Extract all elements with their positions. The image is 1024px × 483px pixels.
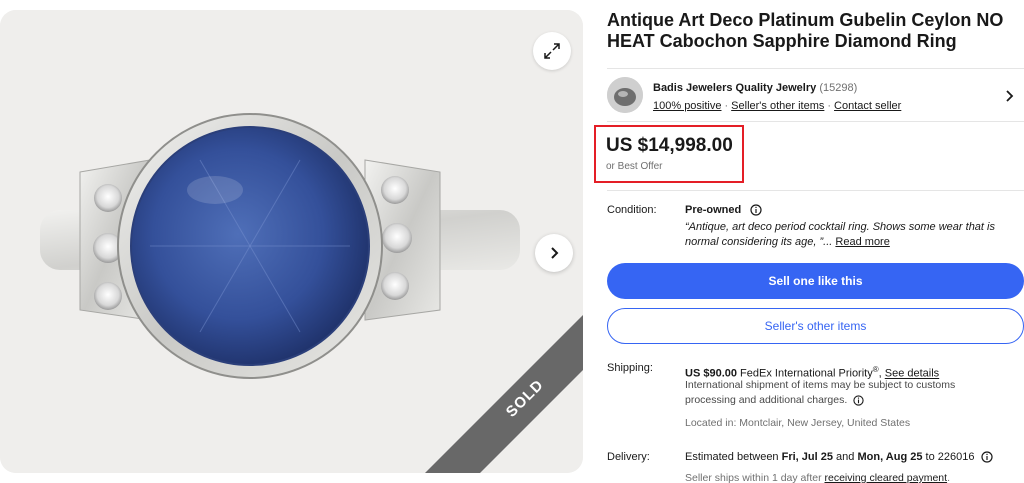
seller-avatar[interactable]: [607, 77, 643, 113]
next-image-button[interactable]: [535, 234, 573, 272]
read-more-link[interactable]: Read more: [835, 236, 889, 248]
delivery-prefix: Estimated between: [685, 451, 779, 463]
contact-seller-link[interactable]: Contact seller: [834, 100, 901, 112]
info-icon[interactable]: [853, 395, 864, 406]
item-price: US $14,998.00: [606, 135, 733, 156]
customs-note: International shipment of items may be s…: [685, 379, 956, 406]
delivery-and: and: [836, 451, 855, 463]
handling-time-note: Seller ships within 1 day after receivin…: [685, 472, 950, 483]
chevron-right-icon: [551, 247, 559, 259]
cleared-payment-link[interactable]: receiving cleared payment: [825, 472, 948, 483]
delivery-label: Delivery:: [607, 451, 650, 463]
trademark-symbol: ®: [872, 365, 879, 374]
condition-value: Pre-owned: [685, 204, 742, 216]
divider: [607, 190, 1024, 191]
price-highlight-box: US $14,998.00 or Best Offer: [594, 125, 744, 183]
delivery-zip: to 226016: [925, 451, 975, 463]
condition-description: “Antique, art deco period cocktail ring.…: [685, 220, 1015, 250]
expand-icon: [544, 43, 560, 59]
separator: ·: [724, 100, 729, 112]
image-gallery: SOLD: [0, 10, 583, 473]
listing-title: Antique Art Deco Platinum Gubelin Ceylon…: [607, 10, 1004, 51]
shipping-note: International shipment of items may be s…: [685, 378, 995, 408]
seller-other-items-link[interactable]: Seller's other items: [731, 100, 824, 112]
best-offer-note: or Best Offer: [606, 161, 663, 172]
expand-image-button[interactable]: [533, 32, 571, 70]
item-details-panel: Antique Art Deco Platinum Gubelin Ceylon…: [594, 10, 1024, 483]
shipping-label: Shipping:: [607, 362, 653, 374]
delivery-estimate: Estimated between Fri, Jul 25 and Mon, A…: [685, 451, 993, 463]
info-icon[interactable]: [980, 451, 993, 463]
positive-feedback-link[interactable]: 100% positive: [653, 100, 722, 112]
chevron-right-icon[interactable]: [1004, 89, 1016, 103]
delivery-start-date: Fri, Jul 25: [781, 451, 833, 463]
seller-name-line: Badis Jewelers Quality Jewelry (15298): [653, 82, 857, 94]
handling-prefix: Seller ships within 1 day after: [685, 472, 822, 483]
seller-feedback-count: (15298): [819, 82, 858, 94]
product-photo[interactable]: [0, 10, 583, 473]
seller-name[interactable]: Badis Jewelers Quality Jewelry: [653, 82, 816, 94]
separator: ·: [827, 100, 832, 112]
seller-card[interactable]: Badis Jewelers Quality Jewelry (15298) 1…: [607, 68, 1024, 122]
item-location: Located in: Montclair, New Jersey, Unite…: [685, 417, 911, 429]
sell-one-like-this-button[interactable]: Sell one like this: [607, 263, 1024, 299]
condition-label: Condition:: [607, 204, 657, 216]
sellers-other-items-button[interactable]: Seller's other items: [607, 308, 1024, 344]
seller-links: 100% positive · Seller's other items · Conta…: [653, 100, 901, 112]
seller-logo-image: [607, 77, 643, 113]
delivery-end-date: Mon, Aug 25: [857, 451, 923, 463]
condition-value-line: Pre-owned: [685, 204, 762, 216]
info-icon[interactable]: [750, 204, 762, 216]
